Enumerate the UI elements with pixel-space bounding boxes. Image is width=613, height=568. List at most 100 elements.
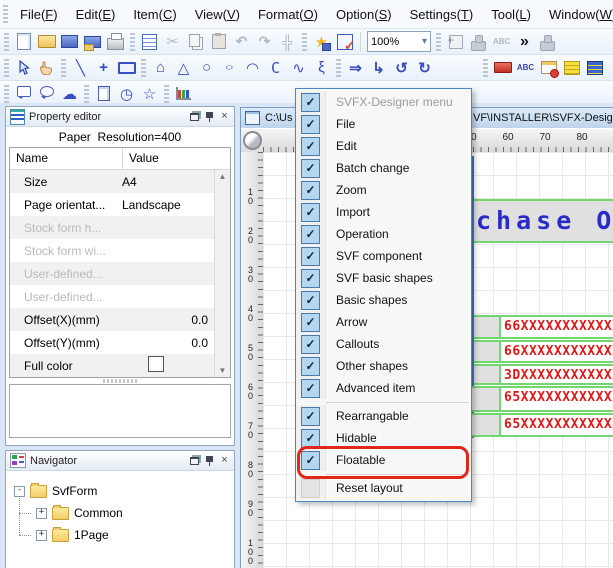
oval-tool-icon[interactable]: ○: [219, 61, 240, 74]
menu-item-operation[interactable]: ✓Operation: [296, 223, 471, 245]
tree-label[interactable]: Common: [74, 506, 123, 520]
float-button[interactable]: [189, 455, 200, 466]
clock-icon[interactable]: ◷: [116, 83, 137, 104]
note-page-icon[interactable]: [93, 83, 114, 104]
menu-settings[interactable]: Settings(T): [401, 7, 483, 22]
toolbar-grip[interactable]: [4, 33, 9, 51]
checked-checkbox[interactable]: ✓: [301, 203, 320, 222]
menu-window[interactable]: Window(W): [540, 7, 613, 22]
form-field-row[interactable]: t 65XXXXXXXXXXXXXXXX: [460, 386, 613, 412]
navigator-titlebar[interactable]: Navigator ×: [6, 451, 234, 471]
property-row-size[interactable]: SizeA4: [10, 170, 230, 193]
save-form-icon[interactable]: [59, 31, 80, 52]
checked-checkbox[interactable]: ✓: [301, 181, 320, 200]
checked-checkbox[interactable]: ✓: [301, 247, 320, 266]
menu-item-batch-change[interactable]: ✓Batch change: [296, 157, 471, 179]
checked-checkbox[interactable]: ✓: [301, 357, 320, 376]
checked-checkbox[interactable]: ✓: [301, 159, 320, 178]
hand-tool-icon[interactable]: [36, 57, 57, 78]
toolbar-grip[interactable]: [4, 85, 9, 103]
menu-option[interactable]: Option(S): [327, 7, 401, 22]
tree-item-svfform[interactable]: - SvfForm: [14, 480, 234, 502]
tree-label[interactable]: 1Page: [74, 528, 109, 542]
menu-item-floatable[interactable]: ✓Floatable: [296, 449, 471, 471]
toolbar-grip[interactable]: [164, 85, 169, 103]
menu-item[interactable]: Item(C): [124, 7, 185, 22]
menu-item-zoom[interactable]: ✓Zoom: [296, 179, 471, 201]
arrow-uturn-icon[interactable]: ↺: [391, 57, 412, 78]
zoom-combobox[interactable]: 100% ▾: [367, 31, 431, 52]
callout-round-icon[interactable]: [36, 83, 57, 104]
print-icon[interactable]: [105, 31, 126, 52]
form-field-row[interactable]: 66XXXXXXXXXXXXXXXX: [474, 340, 613, 363]
pin-button[interactable]: [204, 111, 215, 122]
arrow-refresh-icon[interactable]: ↻: [414, 57, 435, 78]
menu-item-svf-basic-shapes[interactable]: ✓SVF basic shapes: [296, 267, 471, 289]
memo-blue-icon[interactable]: [584, 57, 605, 78]
tree-item-common[interactable]: + Common: [34, 502, 234, 524]
checked-checkbox[interactable]: ✓: [301, 225, 320, 244]
menu-item-hidable[interactable]: ✓Hidable: [296, 427, 471, 449]
close-icon[interactable]: ×: [219, 455, 230, 466]
toolbar-grip[interactable]: [4, 59, 9, 77]
callout-square-icon[interactable]: [13, 83, 34, 104]
document-window-icon[interactable]: [245, 111, 260, 125]
paste-icon[interactable]: [208, 31, 229, 52]
pin-button[interactable]: [204, 455, 215, 466]
property-row-offset-x[interactable]: Offset(X)(mm)0.0: [10, 308, 230, 331]
abc-check-icon[interactable]: ABC: [491, 31, 512, 52]
cut-icon[interactable]: ✂: [162, 31, 183, 52]
property-row-full-color[interactable]: Full color: [10, 354, 230, 377]
menu-item-advanced-item[interactable]: ✓Advanced item: [296, 377, 471, 399]
toolbar-grip[interactable]: [141, 59, 146, 77]
line-tool-icon[interactable]: ╲: [70, 57, 91, 78]
checked-checkbox[interactable]: ✓: [301, 313, 320, 332]
checked-checkbox[interactable]: ✓: [301, 429, 320, 448]
unchecked-box[interactable]: [301, 479, 320, 498]
tree-item-1page[interactable]: + 1Page: [34, 524, 234, 546]
toolbar-grip[interactable]: [302, 33, 307, 51]
save-as-icon[interactable]: [82, 31, 103, 52]
toolbar-grip[interactable]: [130, 33, 135, 51]
field-box-icon[interactable]: [492, 57, 513, 78]
grid-check-icon[interactable]: [334, 31, 355, 52]
expand-icon[interactable]: +: [36, 530, 47, 541]
menu-item-svfx-designer-menu[interactable]: ✓SVFX-Designer menu: [296, 91, 471, 113]
memo-yellow-icon[interactable]: [561, 57, 582, 78]
freeform-tool-icon[interactable]: ξ: [311, 57, 332, 78]
wave-tool-icon[interactable]: ∿: [288, 57, 309, 78]
toolbar-grip[interactable]: [336, 59, 341, 77]
checked-checkbox[interactable]: ✓: [301, 137, 320, 156]
ellipse-tool-icon[interactable]: ○: [196, 57, 217, 78]
stamp-icon[interactable]: [468, 31, 489, 52]
property-row-offset-y[interactable]: Offset(Y)(mm)0.0: [10, 331, 230, 354]
export-icon[interactable]: »: [514, 31, 535, 52]
arrow-bend-icon[interactable]: ↳: [368, 57, 389, 78]
menu-item-reset-layout[interactable]: Reset layout: [296, 477, 471, 499]
polygon-tool-icon[interactable]: ⌂: [150, 57, 171, 78]
import-icon[interactable]: [445, 31, 466, 52]
menu-format[interactable]: Format(O): [249, 7, 327, 22]
property-value[interactable]: 0.0: [116, 336, 230, 350]
table-field-icon[interactable]: [538, 57, 559, 78]
form-field-row[interactable]: 66XXXXXXXXXXXXXXXX: [474, 315, 613, 339]
callout-cloud-icon[interactable]: ☁: [59, 83, 80, 104]
float-button[interactable]: [189, 111, 200, 122]
text-abc-icon[interactable]: ABC: [515, 57, 536, 78]
property-row-stock-w[interactable]: Stock form wi...: [10, 239, 230, 262]
align-center-icon[interactable]: ╬: [277, 31, 298, 52]
property-value[interactable]: 0.0: [116, 313, 230, 327]
close-icon[interactable]: ×: [219, 111, 230, 122]
arrow-right-icon[interactable]: ⇒: [345, 57, 366, 78]
collapse-icon[interactable]: -: [14, 486, 25, 497]
table-scrollbar[interactable]: ▲ ▼: [214, 170, 230, 377]
checked-checkbox[interactable]: ✓: [301, 291, 320, 310]
menu-tool[interactable]: Tool(L): [482, 7, 540, 22]
menu-item-arrow[interactable]: ✓Arrow: [296, 311, 471, 333]
checked-checkbox[interactable]: ✓: [301, 407, 320, 426]
menu-item-svf-component[interactable]: ✓SVF component: [296, 245, 471, 267]
property-row-stock-h[interactable]: Stock form h...: [10, 216, 230, 239]
property-editor-titlebar[interactable]: Property editor ×: [6, 107, 234, 127]
checked-checkbox[interactable]: ✓: [301, 379, 320, 398]
pointer-tool-icon[interactable]: [13, 57, 34, 78]
